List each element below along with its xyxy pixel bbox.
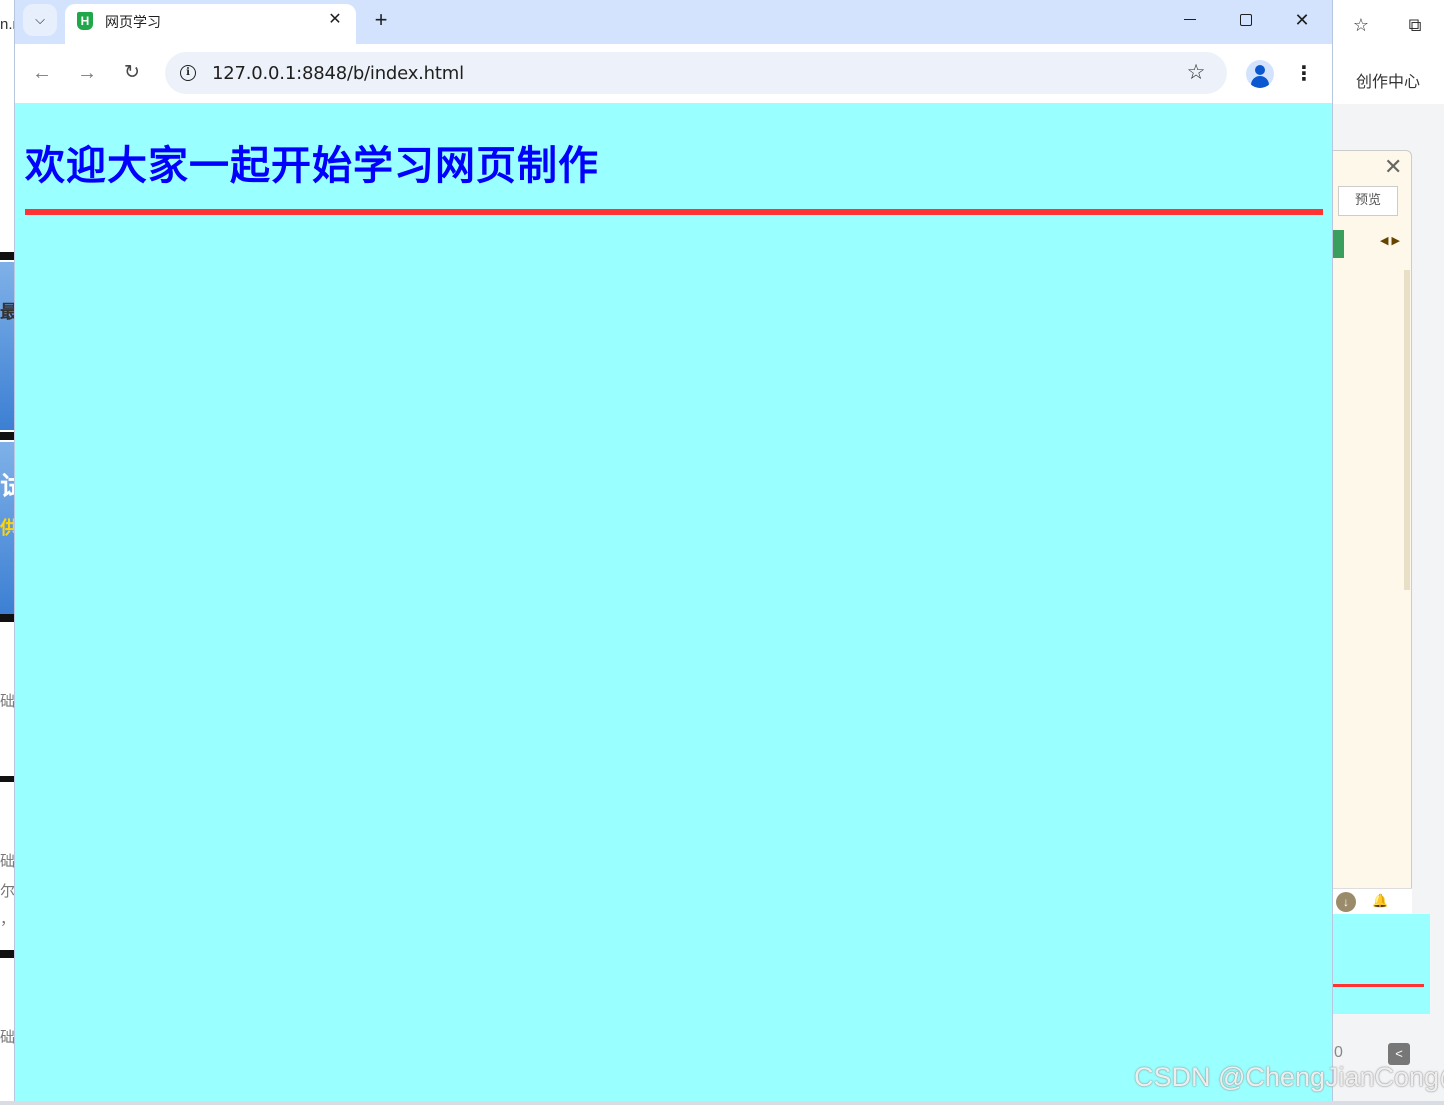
tab-active[interactable]: H 网页学习 ✕ [65, 4, 356, 44]
background-window-left: n.r 最 试 供 础 础 尔 ， 础 [0, 0, 16, 1105]
window-close-button[interactable]: ✕ [1279, 4, 1325, 36]
html-file-icon: H [77, 12, 93, 30]
background-text: 最 [0, 302, 16, 322]
background-window-right: ☆ ⧉ 创作中心 ✕ 预览 ◀ ▶ ↓ 🔔 0 < [1332, 0, 1444, 1105]
address-bar[interactable]: i 127.0.0.1:8848/b/index.html ☆ [165, 52, 1227, 94]
browser-toolbar: ← → ↻ i 127.0.0.1:8848/b/index.html ☆ ⋮ [15, 44, 1332, 103]
minimize-button[interactable] [1167, 4, 1213, 36]
background-image [0, 262, 16, 430]
background-text: 础 [0, 853, 16, 870]
site-info-button[interactable]: i [175, 60, 201, 86]
close-icon[interactable]: ✕ [324, 9, 346, 31]
arrow-left-icon[interactable]: ← [27, 58, 57, 88]
taskbar-edge [0, 1101, 1444, 1105]
background-text: 础 [0, 1029, 16, 1046]
background-text: 尔 [0, 883, 16, 900]
maximize-button[interactable] [1223, 4, 1269, 36]
background-panel [1332, 150, 1412, 916]
arrow-right-icon[interactable]: → [72, 58, 102, 88]
minimize-icon [1184, 19, 1196, 21]
url-text[interactable]: 127.0.0.1:8848/b/index.html [212, 63, 464, 84]
horizontal-rule [25, 209, 1323, 215]
background-text: n.r [0, 16, 16, 33]
reload-icon[interactable]: ↻ [117, 58, 147, 88]
watermark: CSDN @ChengJianCong@ [1134, 1062, 1444, 1092]
tab-title: 网页学习 [105, 15, 161, 31]
close-icon[interactable]: ✕ [1384, 154, 1402, 180]
profile-head [1255, 65, 1265, 75]
background-bar [0, 776, 16, 782]
background-count: 0 [1334, 1044, 1343, 1061]
browser-window: ⌵ H 网页学习 ✕ + ✕ ← → ↻ i 127.0.0.1:8848/b/… [15, 0, 1332, 1101]
person-icon[interactable] [1246, 60, 1274, 88]
plus-icon[interactable]: + [367, 6, 395, 34]
page-heading: 欢迎大家一起开始学习网页制作 [25, 143, 599, 189]
background-bar [0, 614, 16, 622]
create-center-link[interactable]: 创作中心 [1356, 68, 1420, 92]
star-icon[interactable]: ☆ [1183, 60, 1209, 86]
background-preview [1332, 914, 1430, 1014]
kebab-menu-icon[interactable]: ⋮ [1291, 60, 1317, 88]
info-icon: i [180, 64, 196, 81]
preview-button[interactable]: 预览 [1338, 186, 1398, 216]
maximize-icon [1240, 13, 1252, 26]
chevron-down-icon: ⌵ [35, 12, 45, 27]
background-text: 础 [0, 693, 16, 710]
background-text: ， [0, 911, 16, 928]
collections-icon[interactable]: ⧉ [1404, 14, 1426, 36]
background-preview-rule [1332, 984, 1424, 987]
download-icon[interactable]: ↓ [1336, 892, 1356, 912]
profile-body [1251, 76, 1269, 88]
background-scrollbar[interactable] [1404, 270, 1410, 590]
tab-strip: ⌵ H 网页学习 ✕ + ✕ [15, 0, 1332, 44]
background-bar [0, 950, 16, 958]
tab-list-button[interactable]: ⌵ [23, 4, 57, 36]
background-bar [0, 432, 16, 440]
bell-icon[interactable]: 🔔 [1372, 893, 1388, 909]
background-text: 试 [0, 471, 16, 501]
arrow-left-right-icon[interactable]: ◀ ▶ [1380, 234, 1400, 247]
favorites-icon[interactable]: ☆ [1350, 14, 1372, 36]
background-bar [0, 252, 16, 260]
background-tag [1332, 230, 1344, 258]
page-viewport: 欢迎大家一起开始学习网页制作 [15, 103, 1332, 1101]
background-text: 供 [0, 518, 16, 538]
